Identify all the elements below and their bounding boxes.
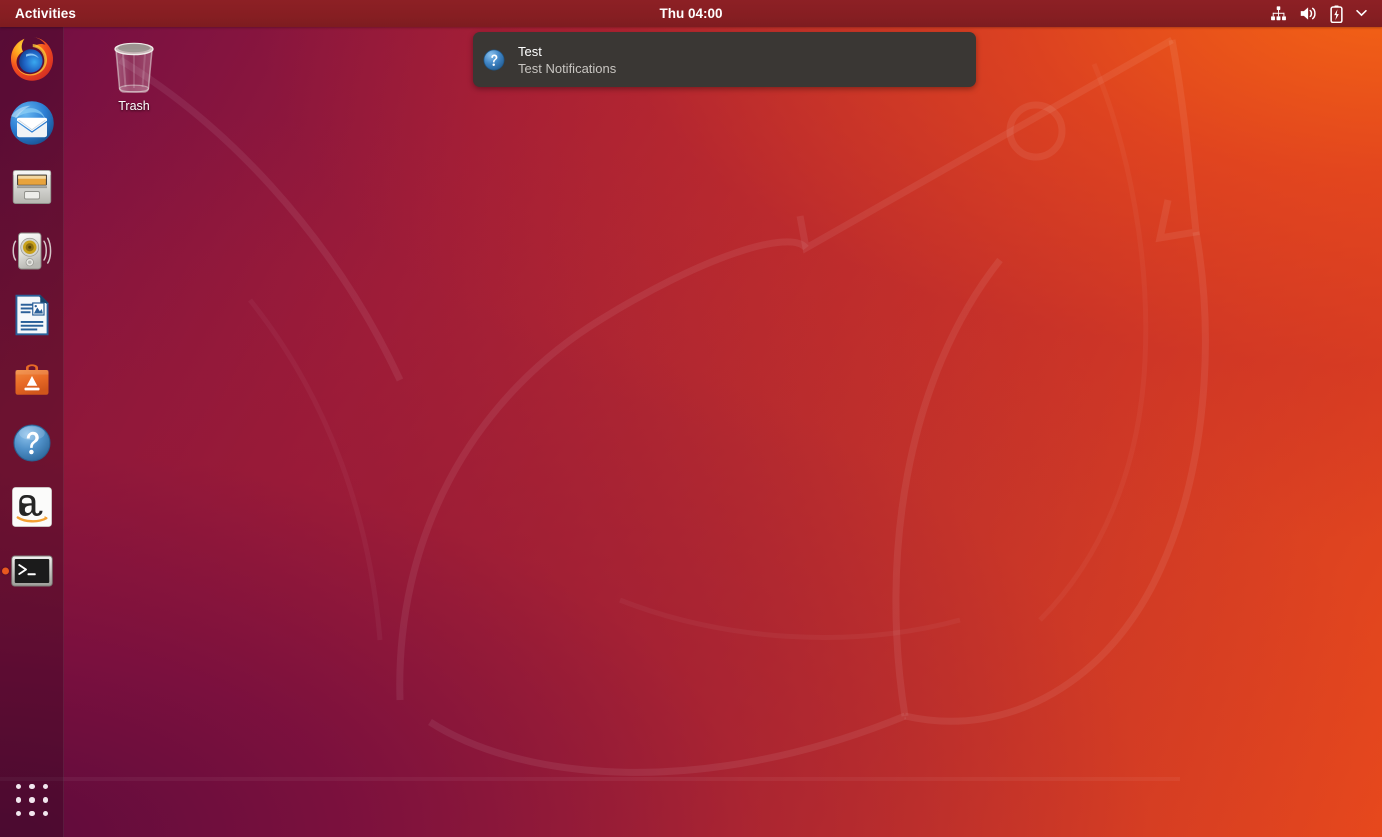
top-bar: Activities Thu 04:00 — [0, 0, 1382, 27]
battery-charging-icon[interactable] — [1330, 4, 1343, 23]
activities-button[interactable]: Activities — [5, 0, 86, 27]
clock-label[interactable]: Thu 04:00 — [659, 6, 722, 21]
files-icon — [12, 170, 51, 204]
firefox-icon — [10, 37, 53, 81]
dock-item-firefox[interactable] — [0, 27, 64, 91]
dock-item-amazon[interactable] — [0, 475, 64, 539]
dock — [0, 27, 64, 837]
dock-item-libreoffice-writer[interactable] — [0, 283, 64, 347]
amazon-icon — [11, 487, 52, 527]
wallpaper-beaver-pattern — [0, 36, 1209, 781]
desktop-icon-label: Trash — [118, 99, 150, 113]
notification-banner[interactable]: Test Test Notifications — [473, 32, 976, 87]
desktop-icon-trash[interactable]: Trash — [96, 38, 172, 113]
notification-title: Test — [518, 43, 542, 59]
ubuntu-software-icon — [15, 364, 48, 395]
dock-item-ubuntu-software[interactable] — [0, 347, 64, 411]
notification-body: Test Notifications — [518, 60, 617, 76]
running-indicator — [1, 567, 9, 575]
volume-icon[interactable] — [1299, 5, 1318, 22]
thunderbird-icon — [9, 101, 54, 145]
help-question-icon — [483, 49, 505, 71]
desktop-screen: Activities Thu 04:00 Trash Test Test Not… — [0, 0, 1382, 837]
help-icon — [12, 424, 51, 462]
terminal-icon — [10, 555, 53, 587]
notification-text: Test Test Notifications — [518, 43, 616, 77]
system-tray[interactable] — [1264, 0, 1374, 27]
dock-item-help[interactable] — [0, 411, 64, 475]
dock-item-files[interactable] — [0, 155, 64, 219]
app-grid-icon — [15, 783, 49, 817]
dock-item-terminal[interactable] — [0, 539, 64, 603]
network-wired-icon[interactable] — [1270, 5, 1287, 22]
dock-item-thunderbird[interactable] — [0, 91, 64, 155]
desktop-wallpaper[interactable] — [0, 0, 1382, 837]
rhythmbox-icon — [12, 232, 51, 270]
clock: Thu 04:00 — [0, 6, 1382, 21]
libreoffice-writer-icon — [15, 294, 48, 336]
dock-item-rhythmbox[interactable] — [0, 219, 64, 283]
chevron-down-icon[interactable] — [1355, 9, 1368, 18]
show-applications-button[interactable] — [0, 769, 64, 831]
trash-icon — [114, 42, 154, 93]
